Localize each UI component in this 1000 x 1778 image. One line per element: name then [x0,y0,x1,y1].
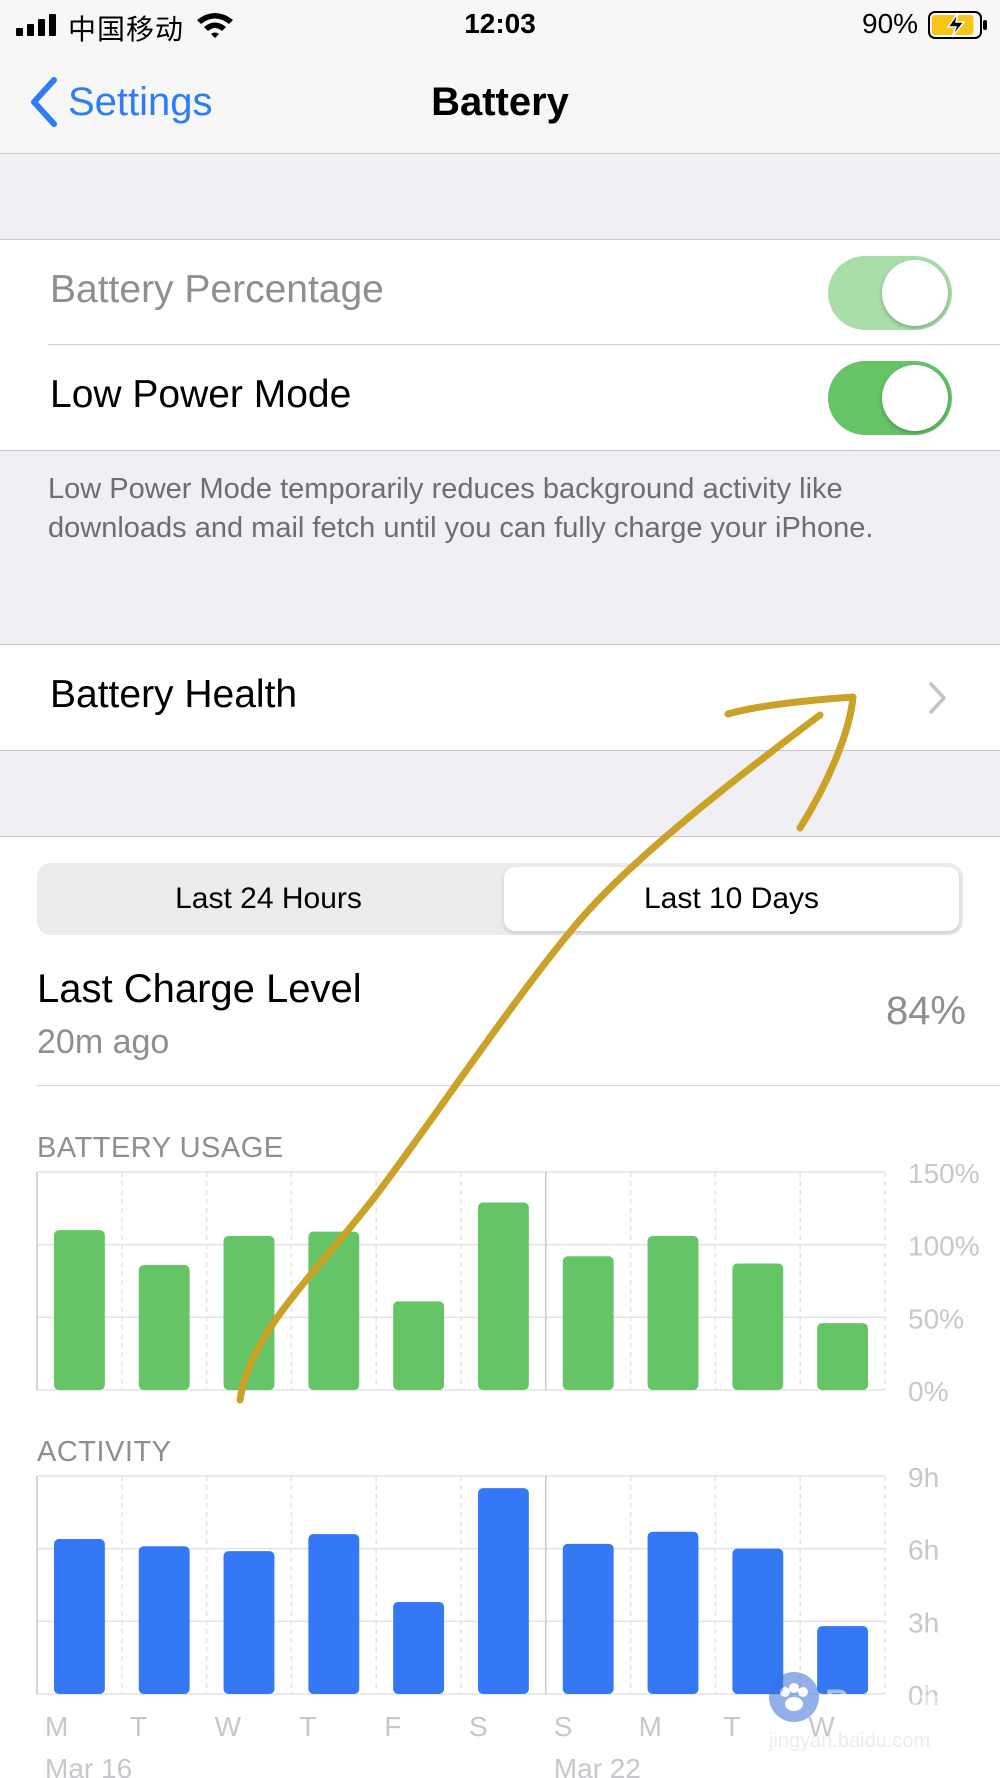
bar [223,1551,275,1694]
activity-header: ACTIVITY [37,1436,172,1468]
navigation-bar: Settings Battery [0,50,1000,154]
bar [647,1531,699,1694]
x-tick-label: M [639,1711,662,1742]
watermark-site: jingyan.baidu.com [769,1730,931,1752]
battery-percent-text: 90% [862,8,919,39]
bar [393,1301,445,1390]
battery-percentage-label: Battery Percentage [50,268,384,311]
bar [308,1534,360,1694]
last-charge-time: 20m ago [37,1023,170,1061]
bar [732,1263,784,1390]
toggle-group: Battery Percentage Low Power Mode [0,239,1000,451]
tab-last-10-days[interactable]: Last 10 Days [504,867,959,931]
y-tick-label: 0% [908,1376,948,1404]
date-label: Mar 22 [554,1753,641,1778]
battery-health-group: Battery Health [0,644,1000,751]
y-tick-label: 9h [908,1468,939,1493]
bar [562,1256,614,1390]
battery-usage-chart: 150% 100% 50% 0% [36,1164,980,1404]
battery-percentage-row: Battery Percentage [0,240,1000,345]
last-charge-value: 84% [885,989,966,1033]
time-range-segmented-control: Last 24 Hours Last 10 Days [37,863,963,935]
bar [53,1230,105,1390]
battery-health-label: Battery Health [50,673,298,716]
status-bar: 中国移动 12:03 90% [0,0,1000,50]
bar [53,1538,105,1694]
bar [477,1202,529,1390]
battery-health-row[interactable]: Battery Health [0,645,1000,750]
page-title: Battery [431,80,569,124]
y-tick-label: 3h [908,1607,939,1638]
bar [647,1235,699,1390]
date-label: Mar 16 [45,1753,132,1778]
last-charge-title: Last Charge Level [37,967,362,1011]
y-tick-label: 150% [908,1164,980,1189]
bar [223,1235,275,1390]
battery-settings-screen: 中国移动 12:03 90% Settings Battery Battery … [0,0,1000,1778]
y-tick-label: 50% [908,1303,964,1334]
status-time: 12:03 [464,8,536,39]
bar [138,1546,190,1694]
bar [817,1323,869,1390]
bar [562,1543,614,1694]
x-tick-label: T [299,1711,316,1742]
y-tick-label: 6h [908,1535,939,1566]
low-power-mode-row: Low Power Mode [0,345,1000,450]
x-tick-label: F [384,1711,401,1742]
bar [308,1231,360,1390]
baidu-paw-icon [769,1672,819,1722]
battery-percentage-toggle[interactable] [828,256,952,330]
x-tick-label: S [469,1711,488,1742]
watermark: Baidu经验 jingyan.baidu.com [765,1670,995,1770]
x-tick-label: T [130,1711,147,1742]
x-tick-label: W [215,1711,242,1742]
tab-last-24-hours[interactable]: Last 24 Hours [41,867,496,931]
battery-charging-icon [928,11,987,39]
bar [138,1265,190,1390]
low-power-mode-label: Low Power Mode [50,373,352,416]
bar [477,1488,529,1694]
x-tick-label: T [723,1711,740,1742]
bar [393,1601,445,1694]
x-tick-label: M [45,1711,68,1742]
x-tick-label: S [554,1711,573,1742]
watermark-brand: Baidu经验 [825,1683,988,1721]
low-power-mode-toggle[interactable] [828,361,952,435]
low-power-mode-description: Low Power Mode temporarily reduces backg… [48,473,874,544]
y-tick-label: 100% [908,1231,980,1262]
battery-usage-header: BATTERY USAGE [37,1132,284,1164]
chevron-right-icon [929,682,946,714]
